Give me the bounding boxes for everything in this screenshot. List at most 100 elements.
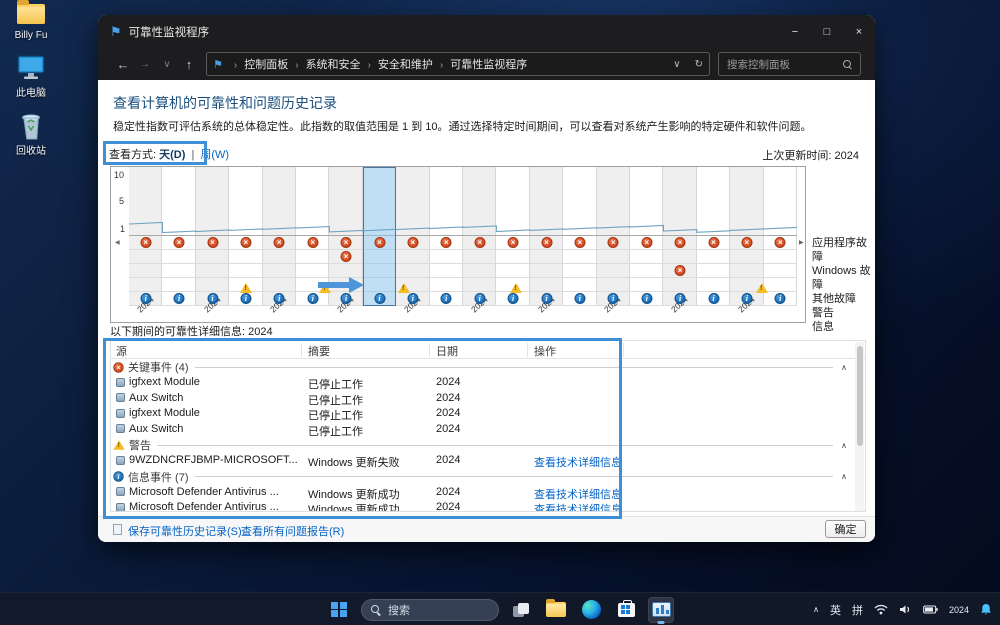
event-marker-info-icon: i <box>174 293 185 304</box>
group-label: 关键事件 (4) <box>128 359 189 375</box>
file-explorer-button[interactable] <box>543 597 569 623</box>
save-file-icon <box>113 524 122 535</box>
cell-date: 2024 <box>436 407 460 419</box>
view-by-days[interactable]: 天(D) <box>159 149 185 161</box>
event-marker-critical-icon: × <box>641 237 652 248</box>
col-source-header[interactable]: 源 <box>116 343 127 359</box>
reliability-monitor-taskbar-button[interactable] <box>648 597 674 623</box>
table-group-row-warning[interactable]: 警告∧ <box>111 437 865 453</box>
ime-language-indicator[interactable]: 英 <box>830 602 841 618</box>
maximize-button[interactable]: □ <box>811 15 843 48</box>
task-view-button[interactable] <box>508 597 534 623</box>
application-icon <box>116 487 125 496</box>
breadcrumb-segment-0[interactable]: 控制面板 <box>244 59 288 71</box>
save-history-link[interactable]: 保存可靠性历史记录(S)... <box>128 523 251 539</box>
chart-gridline <box>129 291 797 292</box>
footer-bar: 保存可靠性历史记录(S)... 查看所有问题报告(R) 确定 <box>98 516 875 542</box>
recent-pages-dropdown-icon[interactable]: ∨ <box>156 59 178 70</box>
minimize-button[interactable]: − <box>779 15 811 48</box>
taskbar: 搜索 ∧ 英 拼 <box>0 592 1000 625</box>
application-icon <box>116 409 125 418</box>
breadcrumb-separator-icon: › <box>234 60 237 71</box>
notification-bell-icon[interactable] <box>980 603 992 616</box>
table-row[interactable]: Microsoft Defender Antivirus ...Windows … <box>111 500 865 512</box>
collapse-group-icon[interactable]: ∧ <box>841 441 847 450</box>
event-marker-info-icon: i <box>474 293 485 304</box>
cell-source: igfxext Module <box>129 407 200 419</box>
breadcrumb-segment-1[interactable]: 系统和安全 <box>306 59 361 71</box>
event-marker-info-icon: i <box>708 293 719 304</box>
reliability-flag-icon: ⚑ <box>110 24 122 40</box>
desktop-icon-recycle-bin[interactable]: 回收站 <box>0 112 62 157</box>
col-date-header[interactable]: 日期 <box>436 343 458 359</box>
wifi-icon[interactable] <box>874 604 888 615</box>
this-pc-icon <box>14 54 48 82</box>
legend-item: 应用程序故障 <box>812 236 875 264</box>
application-icon <box>116 378 125 387</box>
table-group-row-critical[interactable]: ×关键事件 (4)∧ <box>111 359 865 375</box>
refresh-icon[interactable]: ↻ <box>695 59 703 70</box>
table-row[interactable]: Aux Switch已停止工作2024 <box>111 422 865 438</box>
edge-icon <box>582 600 601 619</box>
microsoft-store-button[interactable] <box>613 597 639 623</box>
col-action-header[interactable]: 操作 <box>534 343 556 359</box>
view-by-weeks-link[interactable]: 周(W) <box>200 149 229 161</box>
start-button[interactable] <box>326 597 352 623</box>
forward-button[interactable]: → <box>134 59 156 70</box>
edge-button[interactable] <box>578 597 604 623</box>
up-button[interactable]: ↑ <box>178 57 200 72</box>
table-row[interactable]: Aux Switch已停止工作2024 <box>111 391 865 407</box>
event-marker-critical-icon: × <box>675 265 686 276</box>
table-scrollbar[interactable] <box>855 342 864 511</box>
ime-mode-indicator[interactable]: 拼 <box>852 602 863 618</box>
back-button[interactable]: ← <box>112 57 134 72</box>
table-row[interactable]: igfxext Module已停止工作2024 <box>111 406 865 422</box>
tray-overflow-chevron-icon[interactable]: ∧ <box>813 605 819 614</box>
col-summary-header[interactable]: 摘要 <box>308 343 330 359</box>
y-tick-1: 1 <box>120 224 125 234</box>
taskbar-search[interactable]: 搜索 <box>361 599 499 621</box>
chart-gridline <box>129 277 797 278</box>
volume-icon[interactable] <box>899 604 912 615</box>
chart-scroll-right-icon[interactable]: ▶ <box>799 239 804 246</box>
taskbar-clock[interactable]: 2024 <box>949 605 969 615</box>
table-row[interactable]: 9WZDNCRFJBMP-MICROSOFT...Windows 更新失败202… <box>111 453 865 469</box>
ok-button[interactable]: 确定 <box>825 520 866 538</box>
close-button[interactable]: × <box>843 15 875 48</box>
desktop-icon-folder-billy-fu[interactable]: Billy Fu <box>0 0 62 41</box>
event-marker-info-icon: i <box>240 293 251 304</box>
address-bar[interactable]: ⚑ ›控制面板›系统和安全›安全和维护›可靠性监视程序 ∨ ↻ <box>206 52 710 76</box>
events-table: 源 摘要 日期 操作 ×关键事件 (4)∧igfxext Module已停止工作… <box>110 340 866 512</box>
legend-item: 其他故障 <box>812 292 875 306</box>
battery-icon[interactable] <box>923 605 938 614</box>
table-row[interactable]: Microsoft Defender Antivirus ...Windows … <box>111 485 865 501</box>
view-all-reports-link[interactable]: 查看所有问题报告(R) <box>241 523 344 539</box>
cell-source: Aux Switch <box>129 392 183 404</box>
event-marker-info-icon: i <box>407 293 418 304</box>
cell-date: 2024 <box>436 392 460 404</box>
table-row[interactable]: igfxext Module已停止工作2024 <box>111 375 865 391</box>
collapse-group-icon[interactable]: ∧ <box>841 363 847 372</box>
breadcrumb-segment-2[interactable]: 安全和维护 <box>378 59 433 71</box>
event-marker-info-icon: i <box>441 293 452 304</box>
collapse-group-icon[interactable]: ∧ <box>841 472 847 481</box>
event-marker-critical-icon: × <box>140 237 151 248</box>
event-marker-info-icon: i <box>274 293 285 304</box>
view-technical-details-link[interactable]: 查看技术详细信息 <box>534 501 622 512</box>
details-period-label: 以下期间的可靠性详细信息: 2024 <box>110 323 273 339</box>
event-marker-info-icon: i <box>307 293 318 304</box>
chart-scroll-left-icon[interactable]: ◀ <box>115 239 120 246</box>
legend-item: 警告 <box>812 306 875 320</box>
control-panel-search[interactable]: 搜索控制面板 <box>718 52 861 76</box>
desktop-icon-label: Billy Fu <box>0 30 62 41</box>
event-marker-critical-icon: × <box>441 237 452 248</box>
desktop-icons: Billy Fu 此电脑回收站 <box>0 0 62 170</box>
desktop-icon-this-pc[interactable]: 此电脑 <box>0 54 62 99</box>
breadcrumb-segment-3[interactable]: 可靠性监视程序 <box>450 59 527 71</box>
address-dropdown-icon[interactable]: ∨ <box>673 59 680 70</box>
event-marker-warning-icon <box>319 283 331 293</box>
event-marker-info-icon: i <box>741 293 752 304</box>
table-group-row-info[interactable]: i信息事件 (7)∧ <box>111 469 865 485</box>
event-marker-critical-icon: × <box>775 237 786 248</box>
recycle-bin-icon <box>14 112 48 140</box>
